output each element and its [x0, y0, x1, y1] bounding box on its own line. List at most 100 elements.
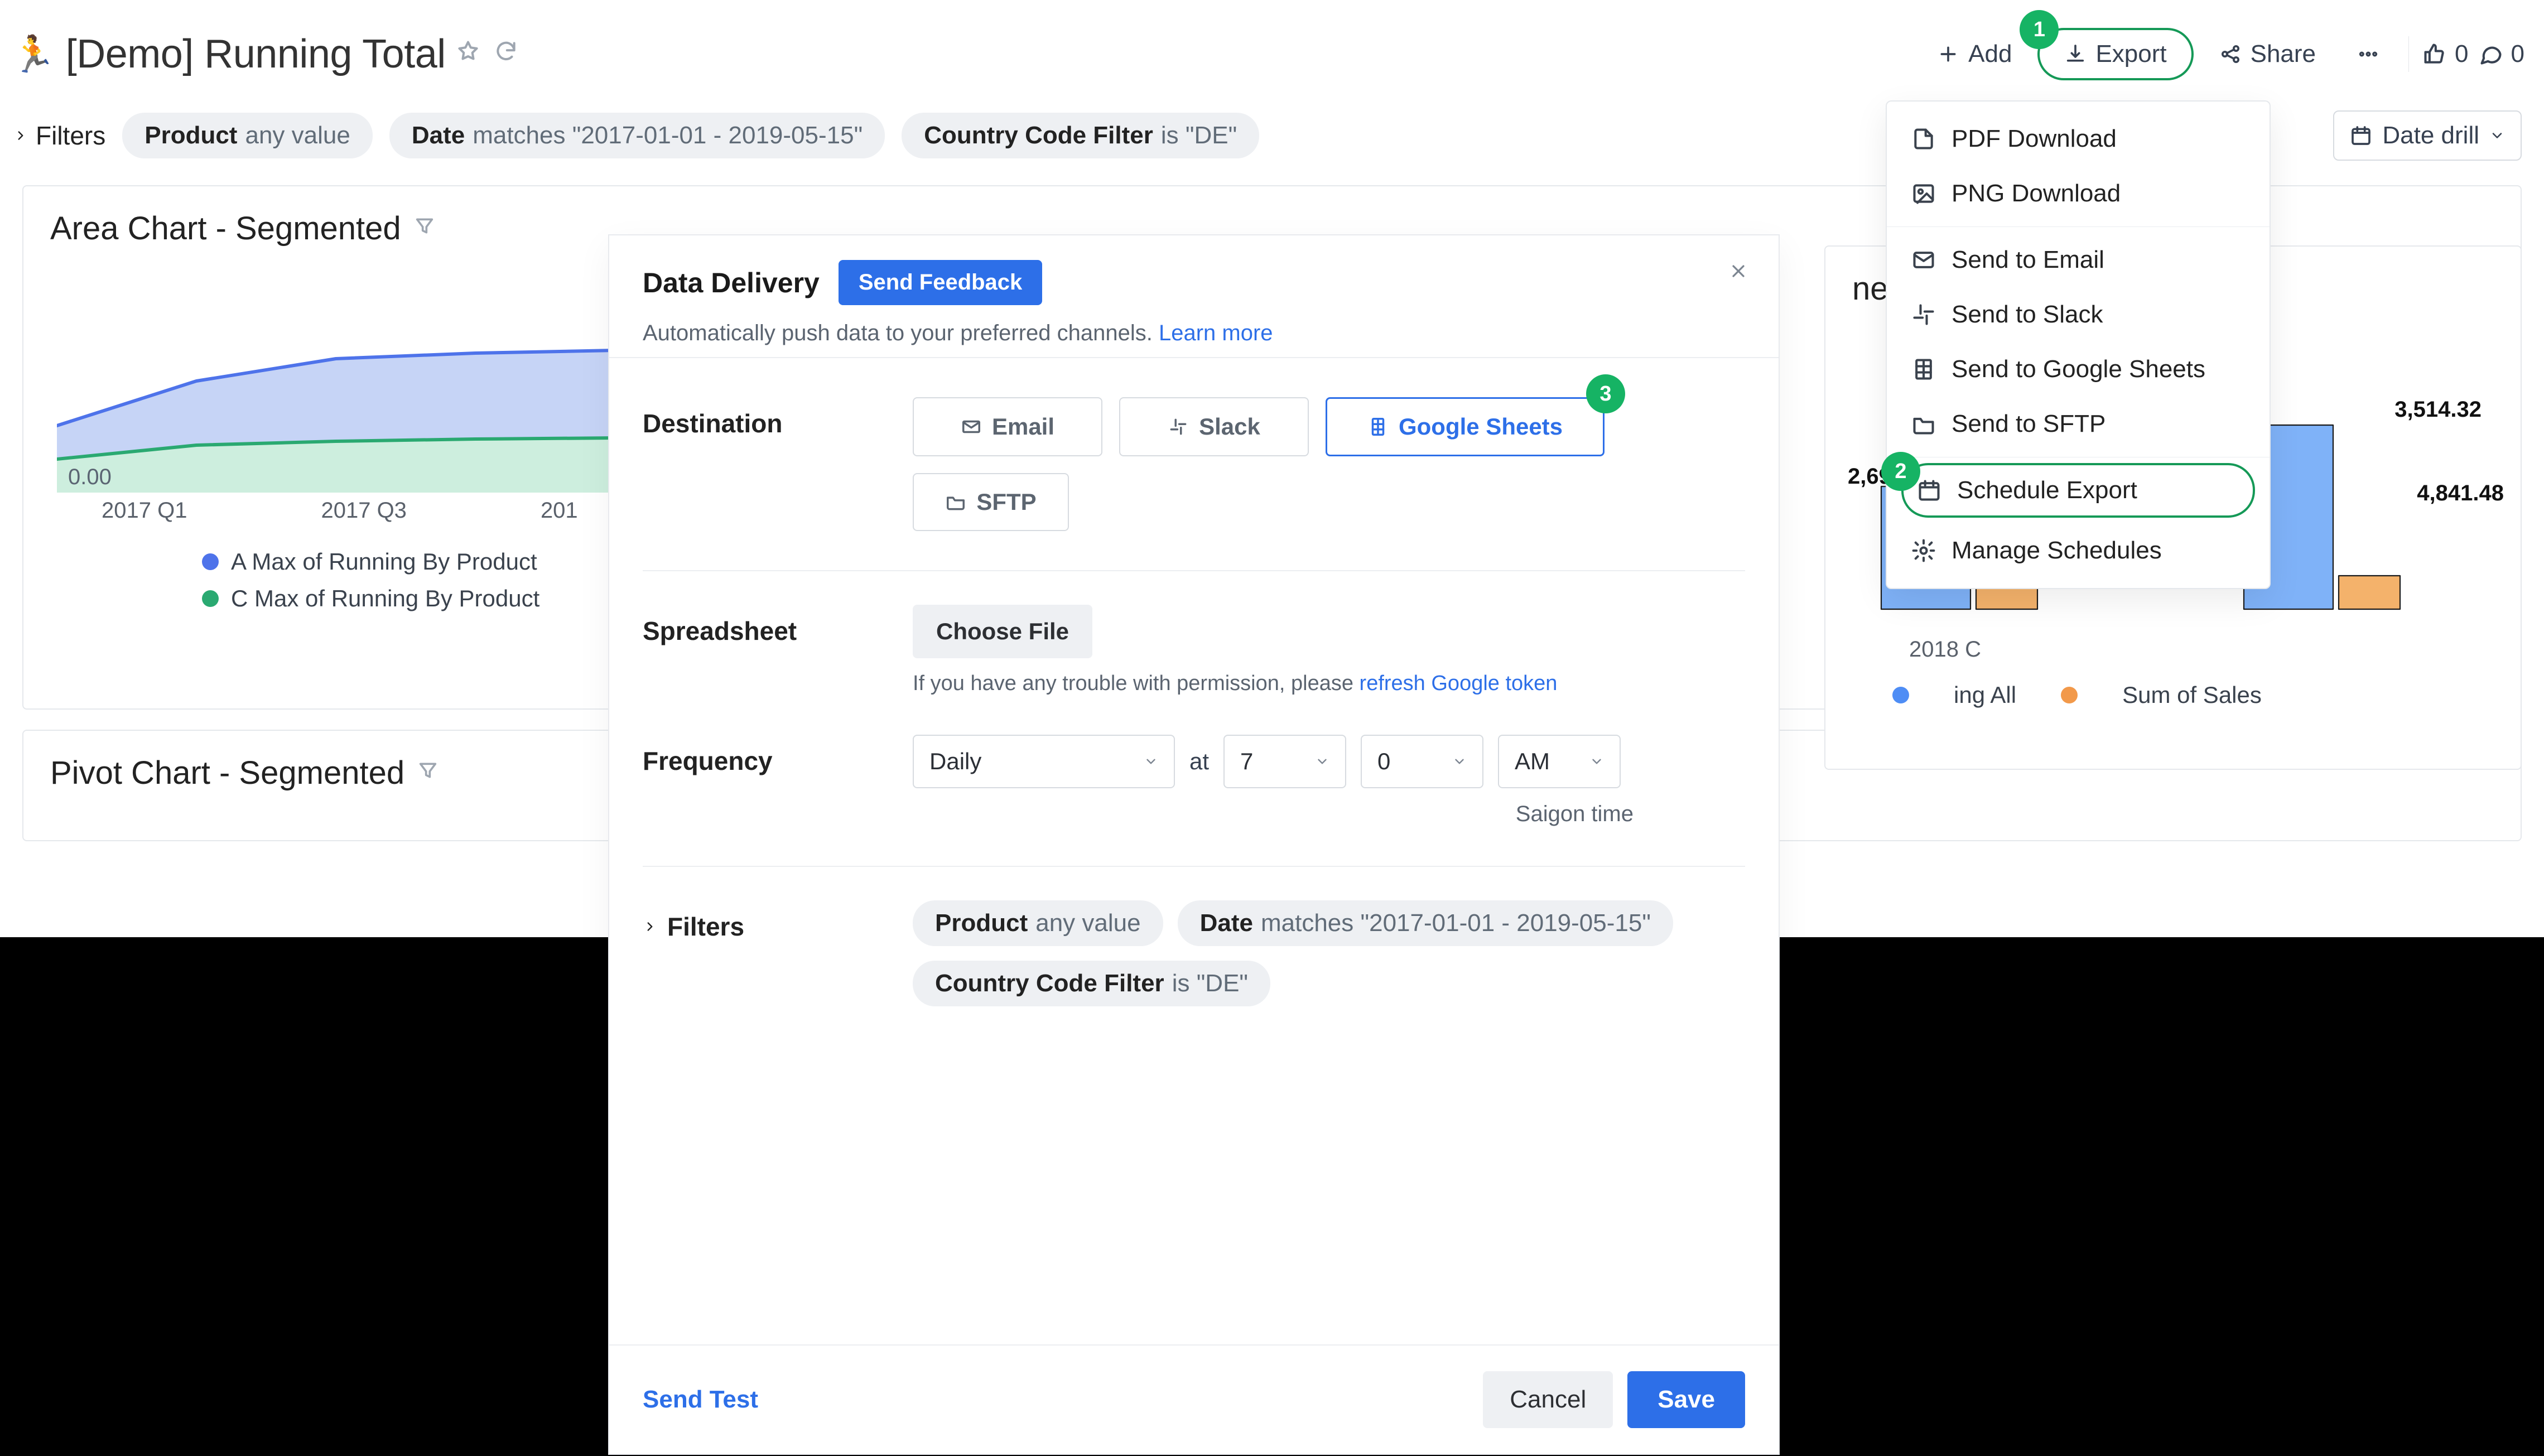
refresh-icon[interactable]	[494, 39, 518, 69]
file-pdf-icon	[1911, 127, 1936, 151]
more-menu-button[interactable]	[2341, 32, 2395, 76]
at-label: at	[1189, 748, 1209, 775]
filter-chip-product[interactable]: Product any value	[122, 113, 373, 158]
chevron-down-icon	[1144, 754, 1158, 769]
step-badge-3: 3	[1586, 374, 1625, 413]
date-drill-select[interactable]: Date drill	[2333, 110, 2522, 161]
data-delivery-modal: Data Delivery Send Feedback Automaticall…	[608, 234, 1780, 1455]
legend-dot-icon	[2061, 687, 2078, 703]
modal-filters-label[interactable]: Filters	[643, 900, 899, 942]
hour-select[interactable]: 7	[1223, 735, 1346, 788]
menu-item-manage-schedules[interactable]: Manage Schedules	[1887, 523, 2270, 578]
modal-filter-chip-date[interactable]: Date matches "2017-01-01 - 2019-05-15"	[1178, 900, 1673, 946]
export-button[interactable]: 1 Export	[2037, 28, 2193, 80]
refresh-google-token-link[interactable]: refresh Google token	[1360, 672, 1558, 695]
choose-file-button[interactable]: Choose File	[913, 605, 1092, 658]
ellipsis-icon	[2357, 43, 2379, 65]
cancel-button[interactable]: Cancel	[1483, 1371, 1613, 1428]
modal-filter-chip-product[interactable]: Product any value	[913, 900, 1163, 946]
legend-dot-icon	[202, 553, 219, 570]
ampm-value: AM	[1515, 748, 1550, 775]
menu-item-send-sftp[interactable]: Send to SFTP	[1887, 397, 2270, 451]
destination-email-button[interactable]: Email	[913, 397, 1102, 456]
legend-dot-icon	[1892, 687, 1909, 703]
dest-label: Google Sheets	[1399, 413, 1563, 440]
folder-icon	[945, 491, 966, 513]
legend-label: C Max of Running By Product	[231, 585, 539, 612]
filters-toggle[interactable]: Filters	[13, 120, 105, 151]
chip-key: Date	[1200, 909, 1253, 937]
legend-dot-icon	[202, 590, 219, 607]
filter-chip-date[interactable]: Date matches "2017-01-01 - 2019-05-15"	[389, 113, 885, 158]
destination-sftp-button[interactable]: SFTP	[913, 473, 1069, 531]
likes-count: 0	[2455, 40, 2468, 68]
menu-label: PNG Download	[1952, 180, 2121, 208]
chart-filter-icon[interactable]	[413, 215, 436, 243]
area-chart-title: Area Chart - Segmented	[50, 210, 401, 247]
menu-item-send-slack[interactable]: Send to Slack	[1887, 287, 2270, 342]
mail-icon	[961, 416, 982, 437]
share-button[interactable]: Share	[2204, 29, 2331, 79]
menu-item-png-download[interactable]: PNG Download	[1887, 166, 2270, 221]
chip-val: any value	[1035, 909, 1140, 937]
menu-label: Manage Schedules	[1952, 537, 2162, 565]
share-icon	[2219, 43, 2242, 65]
add-button[interactable]: Add	[1921, 29, 2027, 79]
calendar-icon	[2350, 124, 2372, 147]
save-button[interactable]: Save	[1627, 1371, 1745, 1428]
legend-label: A Max of Running By Product	[231, 548, 537, 575]
modal-title: Data Delivery	[643, 267, 820, 299]
sheet-icon	[1367, 416, 1389, 437]
menu-item-send-email[interactable]: Send to Email	[1887, 233, 2270, 287]
send-test-button[interactable]: Send Test	[643, 1386, 758, 1414]
thumbs-up-icon	[2422, 42, 2447, 66]
minute-select[interactable]: 0	[1361, 735, 1483, 788]
chevron-down-icon	[1315, 754, 1329, 769]
hour-value: 7	[1240, 748, 1253, 775]
menu-item-pdf-download[interactable]: PDF Download	[1887, 112, 2270, 166]
menu-item-schedule-export[interactable]: 2 Schedule Export	[1901, 463, 2255, 518]
timezone-note: Saigon time	[913, 802, 1745, 827]
destination-google-sheets-button[interactable]: 3 Google Sheets	[1326, 397, 1605, 456]
chip-key: Country Code Filter	[924, 122, 1153, 150]
export-dropdown-menu: PDF Download PNG Download Send to Email …	[1886, 100, 2271, 589]
calendar-icon	[1917, 478, 1941, 503]
folder-icon	[1911, 412, 1936, 436]
toolbar-divider	[2408, 36, 2409, 72]
comments-button[interactable]: 0	[2479, 40, 2524, 68]
page-title: [Demo] Running Total	[66, 31, 446, 77]
destination-slack-button[interactable]: Slack	[1119, 397, 1309, 456]
modal-filter-chip-country[interactable]: Country Code Filter is "DE"	[913, 961, 1270, 1006]
step-badge-2: 2	[1881, 452, 1920, 491]
ampm-select[interactable]: AM	[1498, 735, 1621, 788]
filters-label-text: Filters	[667, 912, 744, 942]
chip-val: matches "2017-01-01 - 2019-05-15"	[1261, 909, 1651, 937]
x-axis-ticks: 2017 Q1 2017 Q3 201	[102, 498, 578, 523]
permission-help-text: If you have any trouble with permission,…	[913, 672, 1745, 696]
chevron-right-icon	[13, 128, 28, 143]
page-emoji-icon: 🏃	[11, 33, 56, 75]
gear-icon	[1911, 538, 1936, 563]
star-icon[interactable]	[456, 39, 480, 69]
top-bar: 🏃 [Demo] Running Total Add 1 Export Shar…	[0, 0, 2544, 103]
modal-close-button[interactable]	[1728, 260, 1748, 287]
learn-more-link[interactable]: Learn more	[1159, 321, 1273, 345]
send-feedback-button[interactable]: Send Feedback	[839, 260, 1042, 305]
chip-key: Product	[935, 909, 1028, 937]
x-tick: 2017 Q3	[321, 498, 406, 523]
filter-chip-country[interactable]: Country Code Filter is "DE"	[902, 113, 1259, 158]
bar-value-label: 4,841.48	[2417, 481, 2504, 506]
bar-value-label: 3,514.32	[2394, 397, 2482, 422]
chevron-down-icon	[1452, 754, 1467, 769]
x-tick: 2017 Q1	[102, 498, 187, 523]
area-chart-legend: A Max of Running By Product C Max of Run…	[202, 548, 539, 622]
likes-button[interactable]: 0	[2422, 40, 2468, 68]
frequency-label: Frequency	[643, 735, 899, 776]
frequency-select[interactable]: Daily	[913, 735, 1175, 788]
dest-label: Slack	[1199, 413, 1260, 440]
legend-label-suffix: ing All	[1954, 682, 2016, 708]
legend-item: A Max of Running By Product	[202, 548, 539, 575]
menu-item-send-google-sheets[interactable]: Send to Google Sheets	[1887, 342, 2270, 397]
chart-filter-icon[interactable]	[417, 759, 439, 787]
menu-label: Schedule Export	[1957, 476, 2137, 504]
